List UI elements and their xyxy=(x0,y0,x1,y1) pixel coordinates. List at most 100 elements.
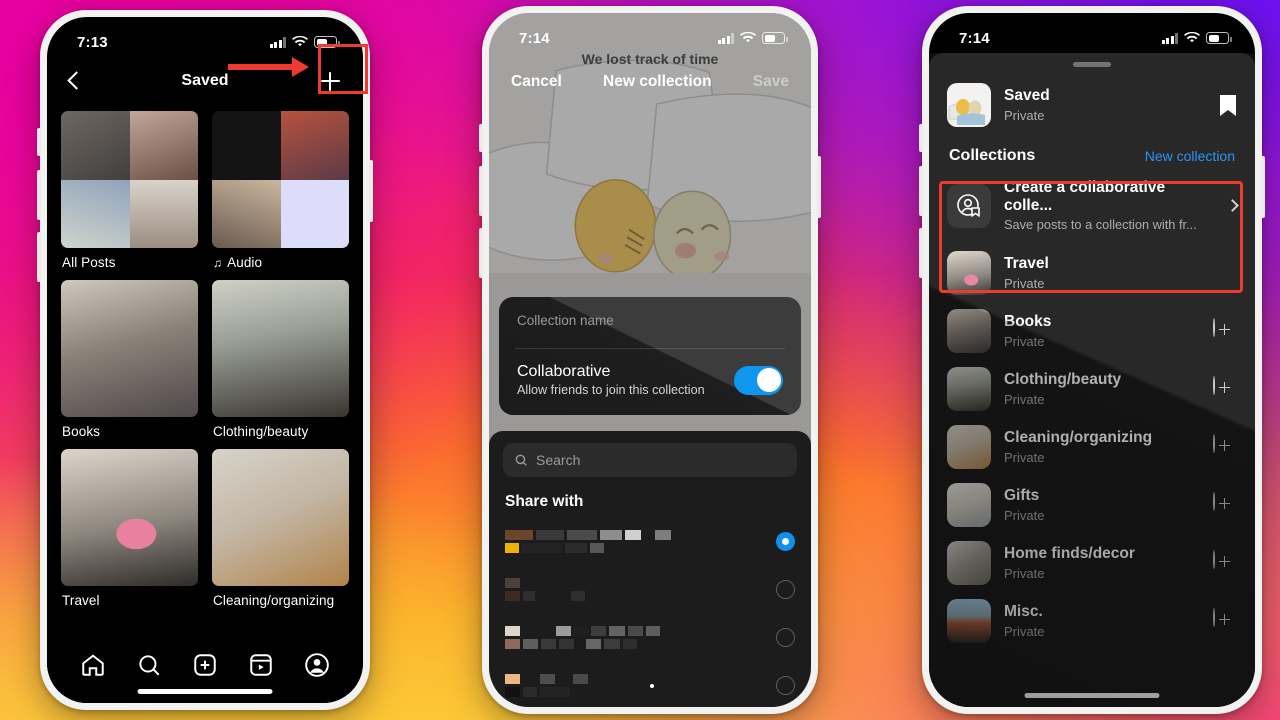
wifi-icon xyxy=(1184,32,1200,43)
new-collection-header: Cancel New collection Save xyxy=(489,53,811,111)
cellular-bars-icon xyxy=(1161,32,1178,44)
share-user-radio-selected[interactable] xyxy=(776,531,795,551)
collection-label: Clothing/beauty xyxy=(213,424,309,439)
bottom-sheet: Saved Private Collections New collection xyxy=(929,53,1255,707)
collection-card-audio[interactable]: ♫ Audio xyxy=(212,111,349,270)
collection-label: ♫ Audio xyxy=(212,248,349,270)
share-with-title: Share with xyxy=(505,493,584,510)
list-item-thumbnail xyxy=(947,309,991,353)
redacted-user-info xyxy=(505,625,660,649)
status-bar: 7:14 xyxy=(489,13,811,53)
home-indicator xyxy=(137,689,273,694)
phone-1-saved-screen: 7:13 Saved All Posts ♫ Audio Books Cloth… xyxy=(37,10,373,710)
list-item[interactable]: Cleaning/organizing Private xyxy=(947,418,1237,476)
search-icon[interactable] xyxy=(136,652,162,678)
redacted-user-info xyxy=(505,673,588,697)
saved-subtitle: Private xyxy=(1004,107,1045,123)
save-button[interactable]: Save xyxy=(753,73,789,91)
list-item-thumbnail xyxy=(947,425,991,469)
collaborative-toggle-row[interactable]: Collaborative Allow friends to join this… xyxy=(499,349,801,415)
collection-thumbnail xyxy=(212,280,349,417)
wifi-icon xyxy=(292,36,308,47)
collection-thumbnail xyxy=(61,449,198,586)
wifi-icon xyxy=(740,32,756,43)
share-user-row[interactable] xyxy=(503,517,797,565)
list-item-thumbnail xyxy=(947,541,991,585)
redacted-user-info xyxy=(505,577,585,601)
list-item[interactable]: Clothing/beauty Private xyxy=(947,360,1237,418)
list-item[interactable]: Misc. Private xyxy=(947,592,1237,650)
list-item[interactable]: Gifts Private xyxy=(947,476,1237,534)
collection-thumbnail xyxy=(212,449,349,586)
share-with-sheet: Search Share with xyxy=(489,431,811,707)
list-item[interactable]: Books Private xyxy=(947,302,1237,360)
collection-name-input[interactable]: Collection name xyxy=(499,297,801,348)
list-item-title: Clothing/beauty xyxy=(1004,371,1122,389)
collection-list: Travel Private Books Private Clothing/be… xyxy=(929,244,1255,650)
list-item-title: Misc. xyxy=(1004,603,1043,621)
share-user-radio[interactable] xyxy=(776,627,795,647)
phone-mute-switch xyxy=(479,124,483,152)
phone-2-new-collection-screen: We lost track of time 7:14 Cancel New co… xyxy=(479,6,821,714)
share-user-radio[interactable] xyxy=(776,675,795,695)
phone-mute-switch xyxy=(37,128,41,156)
collection-card-books[interactable]: Books xyxy=(61,280,198,439)
share-user-row[interactable] xyxy=(503,613,797,661)
collection-name-card: Collection name Collaborative Allow frie… xyxy=(499,297,801,415)
list-item-subtitle: Private xyxy=(1004,391,1045,407)
battery-icon xyxy=(762,32,788,44)
collection-card-cleaning-organizing[interactable]: Cleaning/organizing xyxy=(212,449,349,608)
list-item-subtitle: Private xyxy=(1004,623,1045,639)
collaborative-title: Collaborative xyxy=(517,363,611,380)
music-note-icon: ♫ xyxy=(213,255,223,270)
collection-label-text: Audio xyxy=(227,255,263,270)
collaborative-row-subtitle: Save posts to a collection with fr... xyxy=(1004,217,1197,232)
collaborative-collection-icon xyxy=(947,183,991,228)
status-bar: 7:14 xyxy=(929,13,1255,53)
chevron-right-icon xyxy=(1226,199,1239,212)
list-item-subtitle: Private xyxy=(1004,275,1045,291)
plus-circle-icon[interactable] xyxy=(1213,376,1237,401)
bookmark-filled-icon[interactable] xyxy=(1219,94,1237,117)
plus-circle-icon[interactable] xyxy=(1213,608,1237,633)
collection-label: Travel xyxy=(62,593,100,608)
plus-circle-icon[interactable] xyxy=(1213,434,1237,459)
list-item[interactable]: Travel Private xyxy=(947,244,1237,302)
list-item-subtitle: Private xyxy=(1004,449,1045,465)
collections-grid: All Posts ♫ Audio Books Clothing/beauty … xyxy=(47,105,363,612)
home-indicator xyxy=(1024,693,1160,698)
cellular-bars-icon xyxy=(269,36,286,48)
collaborative-toggle[interactable] xyxy=(734,365,783,395)
list-item-thumbnail xyxy=(947,483,991,527)
reels-icon[interactable] xyxy=(248,652,274,678)
profile-icon[interactable] xyxy=(304,652,330,678)
check-icon[interactable] xyxy=(1213,261,1237,285)
collaborative-row-title: Create a collaborative colle... xyxy=(1004,179,1166,214)
list-item-thumbnail xyxy=(947,251,991,295)
share-user-row[interactable] xyxy=(503,565,797,613)
collection-label: Cleaning/organizing xyxy=(213,593,335,608)
annotation-highlight-plus-button xyxy=(318,44,368,94)
search-input[interactable]: Search xyxy=(503,443,797,477)
plus-circle-icon[interactable] xyxy=(1213,492,1237,517)
plus-circle-icon[interactable] xyxy=(1213,550,1237,575)
collection-card-travel[interactable]: Travel xyxy=(61,449,198,608)
collection-card-all-posts[interactable]: All Posts xyxy=(61,111,198,270)
loading-dot-icon xyxy=(650,684,654,688)
new-collection-link[interactable]: New collection xyxy=(1145,148,1235,164)
collection-card-clothing-beauty[interactable]: Clothing/beauty xyxy=(212,280,349,439)
saved-row[interactable]: Saved Private xyxy=(929,67,1255,141)
collection-label: All Posts xyxy=(62,255,116,270)
create-icon[interactable] xyxy=(192,652,218,678)
search-placeholder: Search xyxy=(536,452,581,468)
list-item[interactable]: Home finds/decor Private xyxy=(947,534,1237,592)
plus-circle-icon[interactable] xyxy=(1213,318,1237,343)
create-collaborative-collection-row[interactable]: Create a collaborative colle... Save pos… xyxy=(929,169,1255,244)
cellular-bars-icon xyxy=(717,32,734,44)
cancel-button[interactable]: Cancel xyxy=(511,73,562,91)
collection-label: Books xyxy=(62,424,101,439)
share-user-radio[interactable] xyxy=(776,579,795,599)
list-item-subtitle: Private xyxy=(1004,507,1045,523)
home-icon[interactable] xyxy=(80,652,106,678)
phone-volume-up-button xyxy=(479,166,483,216)
